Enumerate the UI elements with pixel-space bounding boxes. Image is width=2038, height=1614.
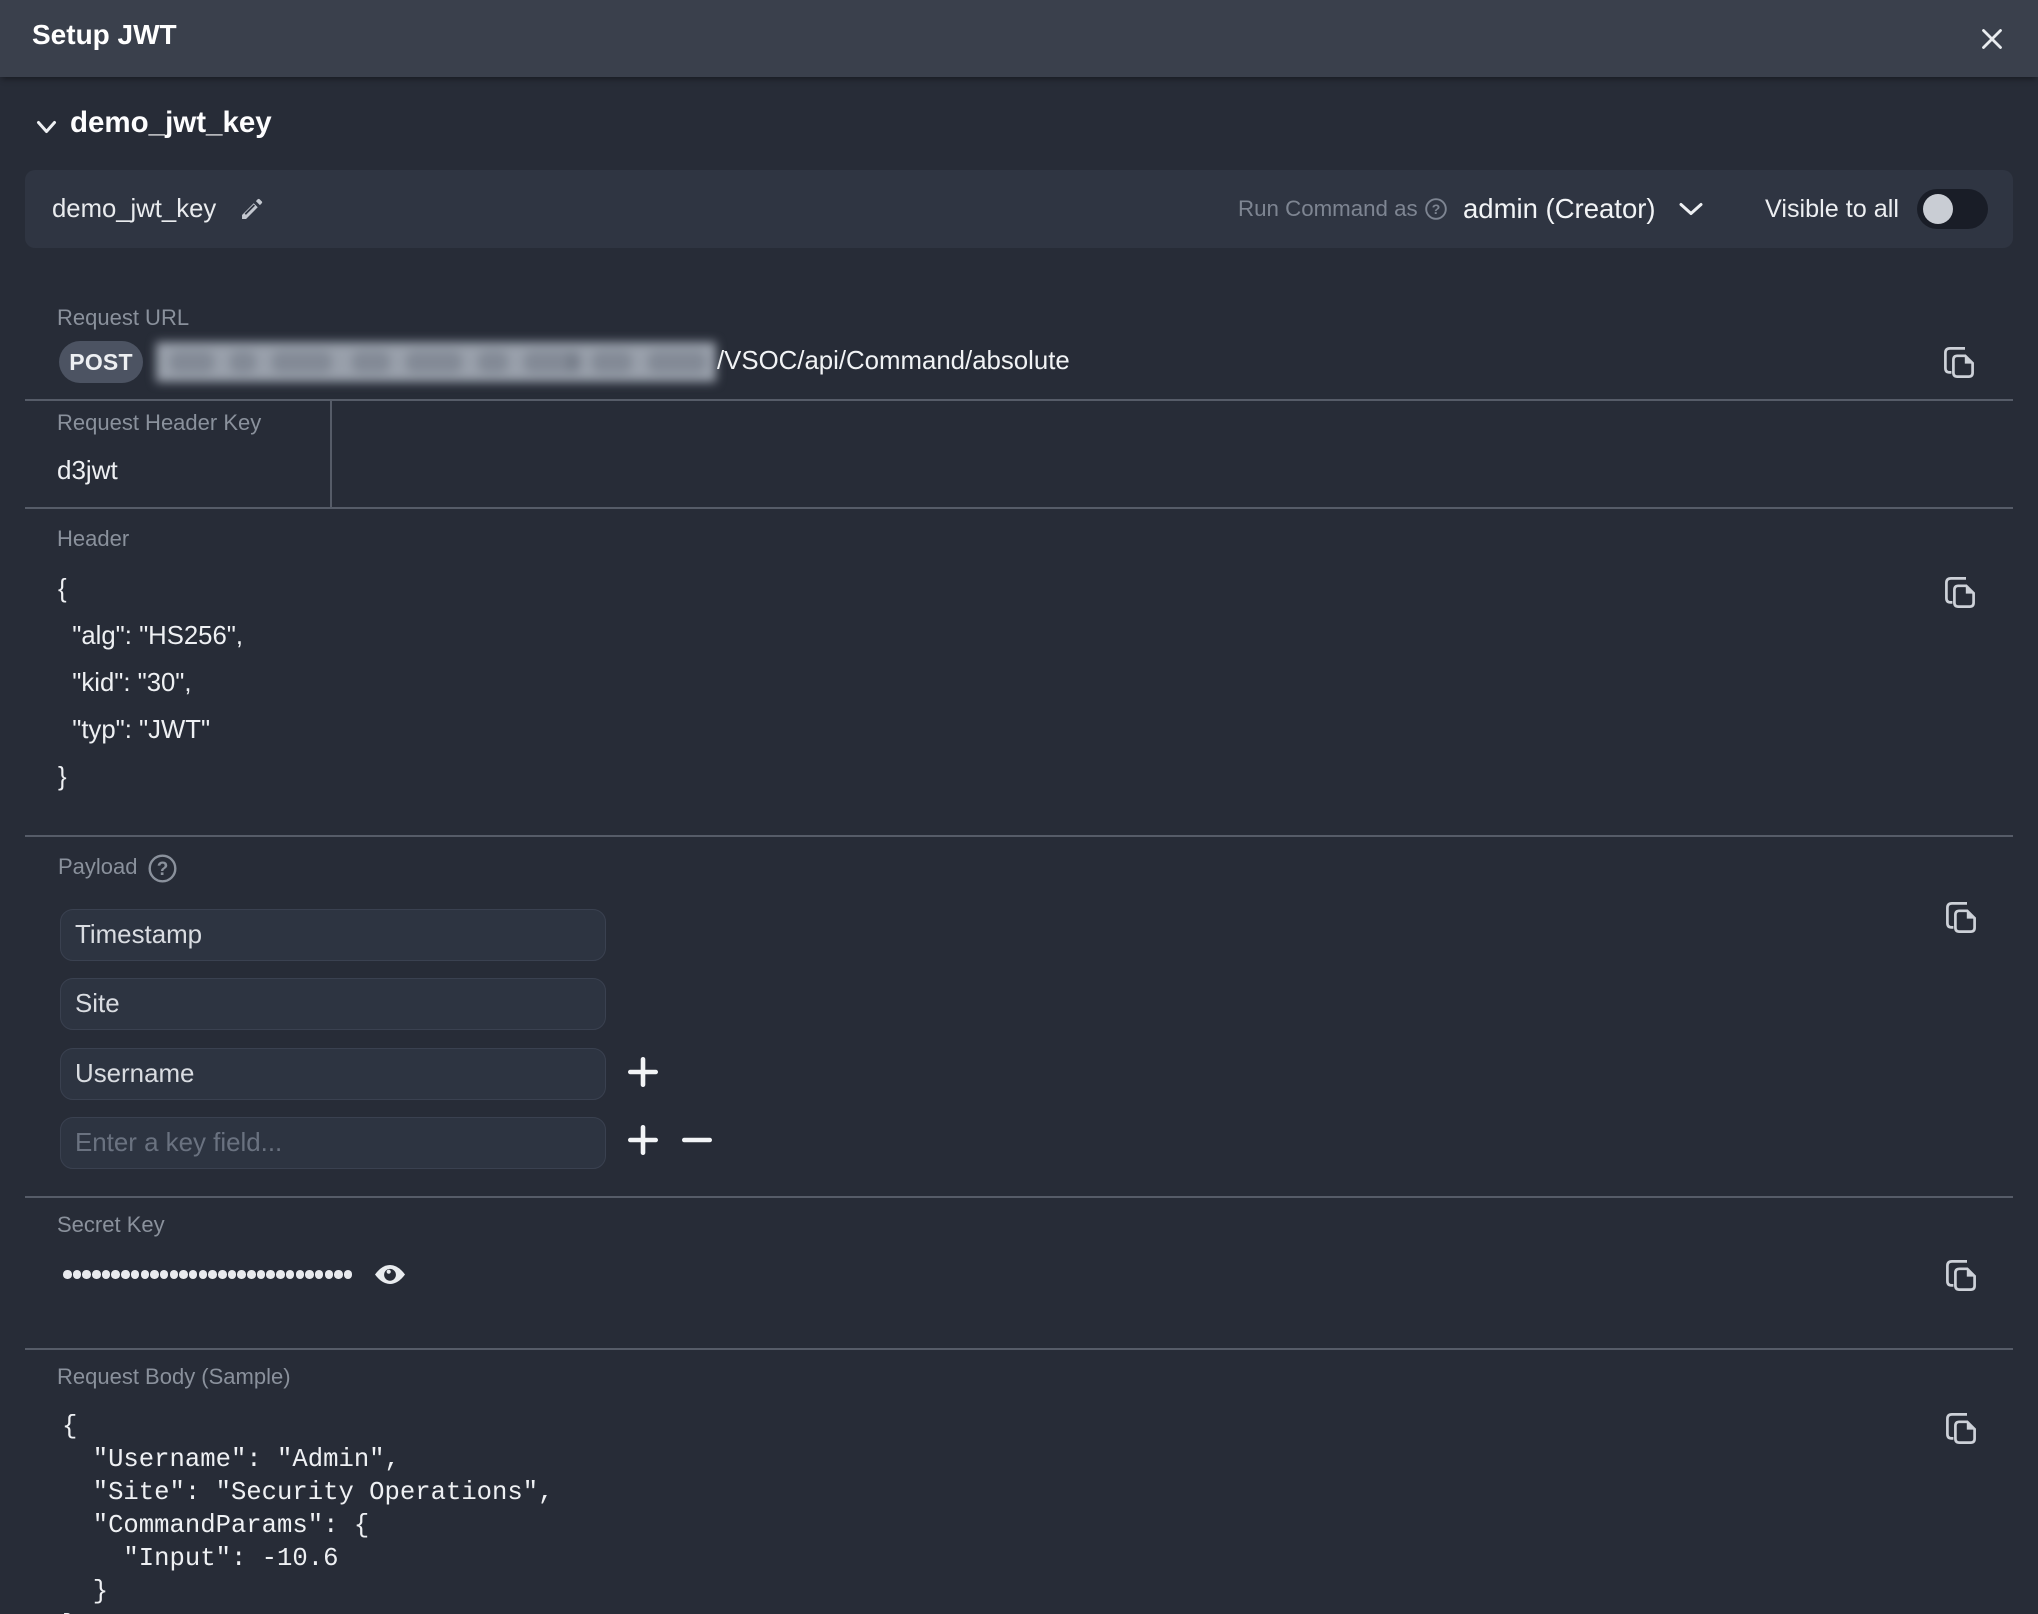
svg-text:?: ? <box>1432 201 1441 217</box>
svg-text:?: ? <box>157 859 169 880</box>
